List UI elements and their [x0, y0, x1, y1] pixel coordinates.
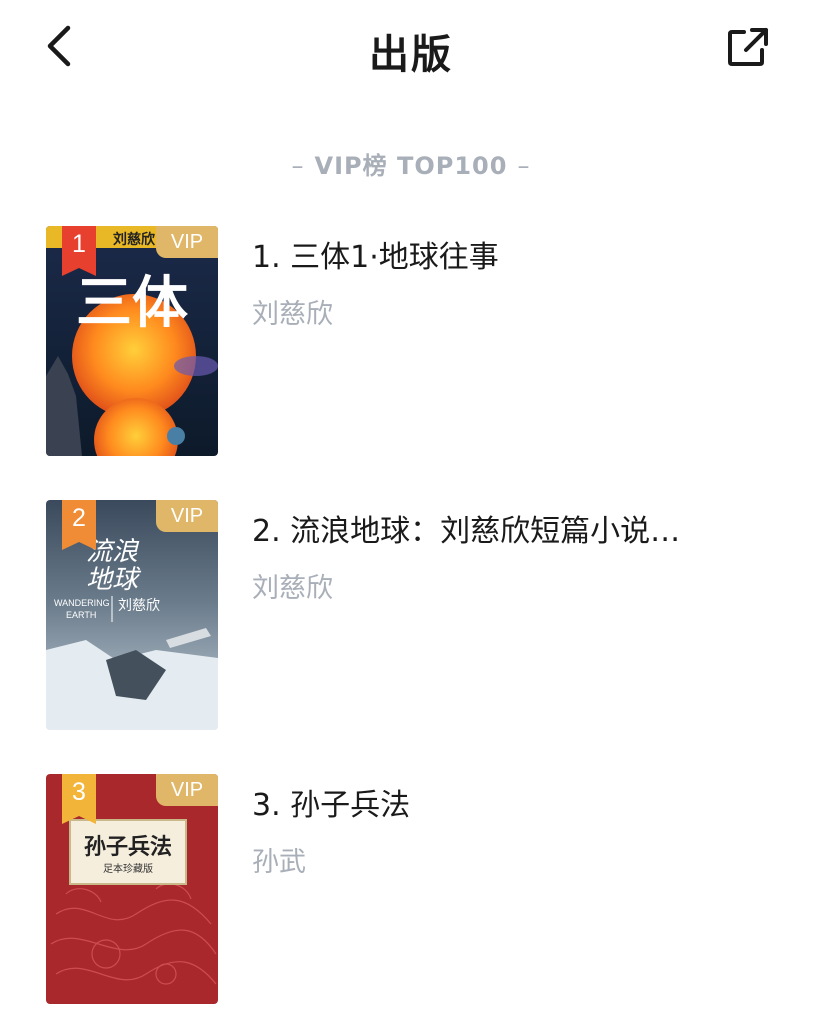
rank-number: 2	[72, 504, 86, 532]
book-title: 1. 三体1·地球往事	[252, 240, 499, 275]
svg-text:地球: 地球	[86, 565, 142, 595]
rank-badge: 3	[62, 774, 96, 824]
rank-badge: 1	[62, 226, 96, 276]
vip-badge: VIP	[156, 226, 218, 258]
book-cover: 孙子兵法 足本珍藏版 3 VIP	[46, 774, 218, 1004]
book-cover: 流浪 地球 WANDERING EARTH 刘慈欣 2 VIP	[46, 500, 218, 730]
list-item[interactable]: 三体 刘慈欣 1 VIP 1. 三体1·地球往事 刘慈欣	[0, 226, 822, 458]
rank-badge: 2	[62, 500, 96, 550]
heading-dash-right: –	[517, 152, 531, 180]
share-button[interactable]	[724, 24, 772, 72]
book-author: 刘慈欣	[252, 573, 333, 604]
heading-text: VIP榜 TOP100	[314, 152, 508, 180]
book-author: 孙武	[252, 847, 306, 878]
top-navigation-bar: 出版	[0, 0, 822, 100]
book-author: 刘慈欣	[252, 299, 333, 330]
page-title: 出版	[369, 32, 453, 78]
svg-text:刘慈欣: 刘慈欣	[113, 231, 156, 248]
svg-text:足本珍藏版: 足本珍藏版	[103, 862, 153, 875]
svg-text:孙子兵法: 孙子兵法	[84, 834, 172, 860]
svg-text:三体: 三体	[76, 271, 188, 336]
heading-dash-left: –	[291, 152, 305, 180]
book-title: 2. 流浪地球：刘慈欣短篇小说…	[252, 514, 681, 549]
list-item[interactable]: 流浪 地球 WANDERING EARTH 刘慈欣 2 VIP 2. 流浪地球：…	[0, 500, 822, 732]
section-heading: – VIP榜 TOP100–	[0, 146, 822, 181]
vip-badge: VIP	[156, 500, 218, 532]
book-cover: 三体 刘慈欣 1 VIP	[46, 226, 218, 456]
svg-text:刘慈欣: 刘慈欣	[118, 598, 160, 614]
vip-badge: VIP	[156, 774, 218, 806]
share-external-icon	[728, 28, 768, 66]
svg-text:WANDERING: WANDERING	[54, 598, 110, 608]
book-title: 3. 孙子兵法	[252, 788, 411, 823]
list-item[interactable]: 孙子兵法 足本珍藏版 3 VIP 3. 孙子兵法 孙武	[0, 774, 822, 1006]
rank-number: 1	[72, 230, 86, 258]
rank-number: 3	[72, 778, 86, 806]
svg-text:EARTH: EARTH	[66, 610, 96, 620]
